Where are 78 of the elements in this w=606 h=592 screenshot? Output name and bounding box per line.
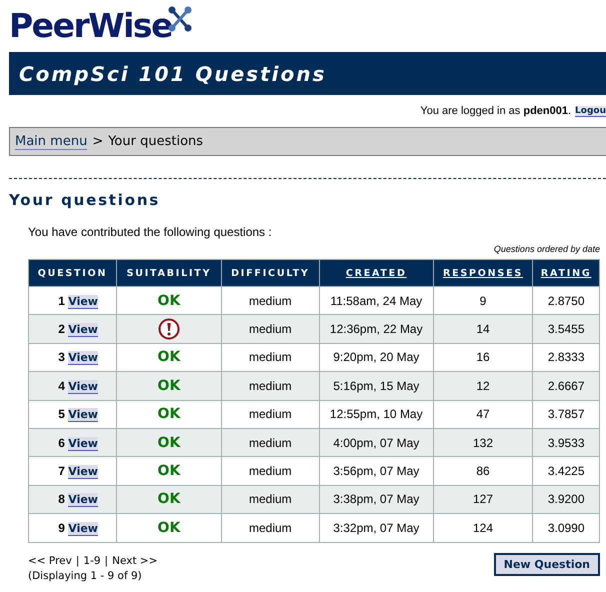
question-number: 6 xyxy=(58,436,65,450)
column-header: QUESTION xyxy=(28,260,116,286)
view-link[interactable]: View xyxy=(68,408,98,422)
prev-link[interactable]: << Prev xyxy=(28,554,72,567)
table-cell: 12 xyxy=(433,372,533,400)
column-header[interactable]: RATING xyxy=(532,260,600,286)
table-cell: medium xyxy=(221,428,320,457)
question-number: 5 xyxy=(58,407,65,422)
table-cell: 3.0990 xyxy=(532,514,600,542)
view-link[interactable]: View xyxy=(68,465,98,480)
question-number: 2 xyxy=(58,322,65,336)
view-link[interactable]: View xyxy=(68,351,98,366)
table-cell: 47 xyxy=(433,400,533,428)
display-summary: (Displaying 1 - 9 of 9) xyxy=(28,570,143,582)
warning-icon xyxy=(158,318,180,340)
table-cell: 3:32pm, 07 May xyxy=(319,514,434,542)
course-title: CompSci 101 Questions xyxy=(19,62,326,86)
table-cell: 124 xyxy=(433,514,533,542)
table-cell: 4:00pm, 07 May xyxy=(319,428,434,457)
pager-separator: | xyxy=(76,554,80,567)
view-link[interactable]: View xyxy=(68,436,98,451)
table-cell: medium xyxy=(221,372,320,400)
table-cell: medium xyxy=(221,456,320,486)
table-cell: 3:38pm, 07 May xyxy=(319,485,434,514)
breadcrumb-separator: > xyxy=(92,134,104,149)
breadcrumb-current: Your questions xyxy=(108,134,204,149)
table-cell: 3:56pm, 07 May xyxy=(319,456,434,486)
column-header[interactable]: RESPONSES xyxy=(433,260,533,286)
order-note: Questions ordered by date xyxy=(494,244,600,254)
pager-separator: | xyxy=(104,554,108,567)
table-cell: 5:16pm, 15 May xyxy=(319,372,434,400)
ok-status: OK xyxy=(158,520,180,536)
ok-status: OK xyxy=(158,378,180,394)
table-cell: 3.4225 xyxy=(532,456,600,486)
page-range: 1-9 xyxy=(83,554,101,567)
next-link[interactable]: Next >> xyxy=(112,554,158,567)
view-link[interactable]: View xyxy=(68,380,98,394)
new-question-button[interactable]: New Question xyxy=(494,552,600,576)
ok-status: OK xyxy=(158,434,180,451)
table-cell: 127 xyxy=(433,485,533,514)
section-heading: Your questions xyxy=(9,191,162,209)
intro-text: You have contributed the following questions : xyxy=(28,225,273,239)
table-cell: 3.9200 xyxy=(532,485,600,514)
table-cell: 2.6667 xyxy=(532,372,600,400)
column-header: DIFFICULTY xyxy=(221,260,320,286)
view-link[interactable]: View xyxy=(68,323,98,338)
table-cell: 3.9533 xyxy=(532,428,600,457)
table-cell: medium xyxy=(221,514,320,542)
question-number: 7 xyxy=(58,464,65,478)
view-link[interactable]: View xyxy=(68,493,98,508)
ok-status: OK xyxy=(158,406,180,422)
view-link[interactable]: View xyxy=(68,294,98,309)
logout-link[interactable]: Logou xyxy=(575,106,606,116)
login-status: You are logged in as pden001. xyxy=(420,105,572,117)
table-cell: 3.5455 xyxy=(532,314,600,344)
main-menu-link[interactable]: Main menu xyxy=(15,134,88,150)
ok-status: OK xyxy=(158,349,180,366)
table-cell: 132 xyxy=(433,428,533,457)
ok-status: OK xyxy=(158,491,180,508)
question-number: 8 xyxy=(58,492,65,506)
table-cell: medium xyxy=(221,400,320,428)
question-number: 9 xyxy=(58,520,65,535)
column-header[interactable]: CREATED xyxy=(319,260,434,286)
column-header: SUITABILITY xyxy=(116,260,222,286)
table-cell: 12:36pm, 22 May xyxy=(319,314,434,344)
logo-text: PeerWise xyxy=(9,6,172,46)
ok-status: OK xyxy=(158,292,180,309)
table-cell: 86 xyxy=(433,456,533,486)
ok-status: OK xyxy=(158,463,180,480)
view-link[interactable]: View xyxy=(68,522,98,536)
table-cell: medium xyxy=(221,314,320,344)
question-number: 3 xyxy=(58,350,65,364)
table-cell: medium xyxy=(221,485,320,514)
table-cell: 14 xyxy=(433,314,533,344)
table-cell: 3.7857 xyxy=(532,400,600,428)
question-number: 1 xyxy=(58,294,65,308)
question-number: 4 xyxy=(58,378,65,393)
table-cell: 12:55pm, 10 May xyxy=(319,400,434,428)
